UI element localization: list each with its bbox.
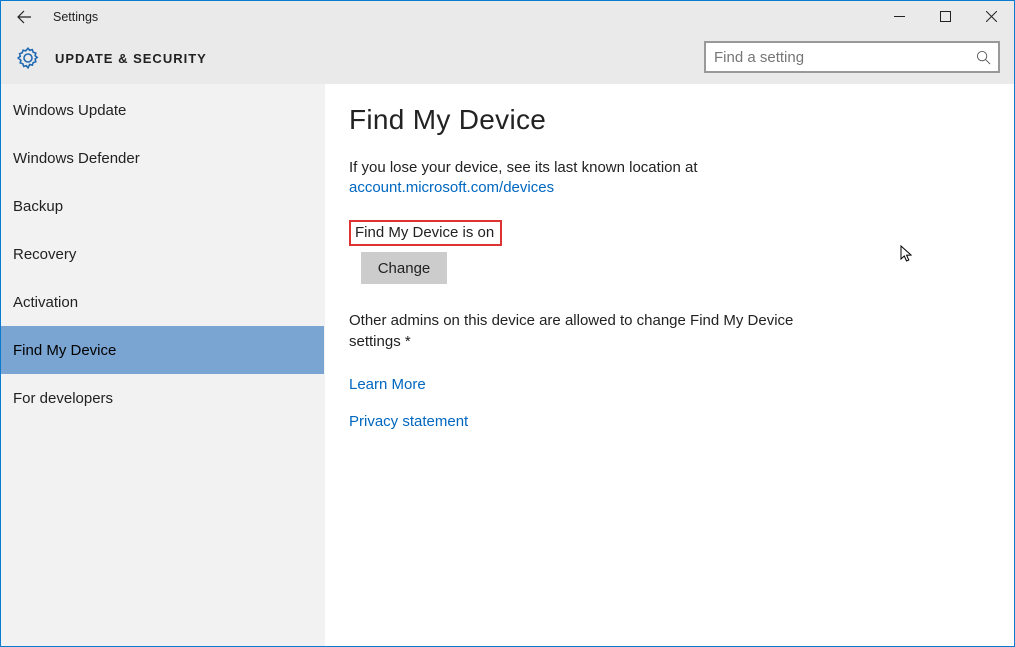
description: If you lose your device, see its last kn… [349, 158, 994, 198]
sidebar-item-windows-update[interactable]: Windows Update [1, 86, 324, 134]
sidebar-item-label: For developers [13, 390, 113, 407]
learn-more-link[interactable]: Learn More [349, 376, 994, 393]
header-heading: UPDATE & SECURITY [55, 51, 207, 66]
sidebar-item-label: Windows Defender [13, 150, 140, 167]
sidebar-item-for-developers[interactable]: For developers [1, 374, 324, 422]
sidebar-item-label: Windows Update [13, 102, 126, 119]
sidebar-item-windows-defender[interactable]: Windows Defender [1, 134, 324, 182]
maximize-icon [940, 11, 951, 22]
sidebar-item-label: Find My Device [13, 342, 116, 359]
gear-icon [15, 45, 41, 71]
cursor-icon [900, 245, 914, 263]
change-button[interactable]: Change [361, 252, 447, 284]
main: Windows Update Windows Defender Backup R… [1, 84, 1014, 646]
status-text-highlight: Find My Device is on [349, 220, 502, 246]
search-box[interactable] [704, 41, 1000, 73]
back-button[interactable] [1, 1, 47, 32]
header: UPDATE & SECURITY [1, 32, 1014, 84]
minimize-button[interactable] [876, 1, 922, 32]
titlebar: Settings [1, 1, 1014, 32]
sidebar-item-backup[interactable]: Backup [1, 182, 324, 230]
sidebar-item-label: Backup [13, 198, 63, 215]
close-icon [986, 11, 997, 22]
other-admins-text: Other admins on this device are allowed … [349, 310, 809, 352]
search-icon [968, 50, 998, 65]
minimize-icon [894, 11, 905, 22]
sidebar-item-label: Activation [13, 294, 78, 311]
window-controls [876, 1, 1014, 32]
privacy-statement-link[interactable]: Privacy statement [349, 413, 994, 430]
description-text: If you lose your device, see its last kn… [349, 159, 698, 176]
sidebar-item-label: Recovery [13, 246, 76, 263]
account-devices-link[interactable]: account.microsoft.com/devices [349, 179, 554, 196]
page-title: Find My Device [349, 104, 994, 136]
close-button[interactable] [968, 1, 1014, 32]
content-pane: Find My Device If you lose your device, … [325, 84, 1014, 646]
sidebar: Windows Update Windows Defender Backup R… [1, 84, 325, 646]
maximize-button[interactable] [922, 1, 968, 32]
sidebar-item-find-my-device[interactable]: Find My Device [1, 326, 324, 374]
sidebar-item-recovery[interactable]: Recovery [1, 230, 324, 278]
window-title: Settings [47, 10, 98, 24]
search-input[interactable] [706, 45, 968, 70]
arrow-left-icon [16, 9, 32, 25]
sidebar-item-activation[interactable]: Activation [1, 278, 324, 326]
